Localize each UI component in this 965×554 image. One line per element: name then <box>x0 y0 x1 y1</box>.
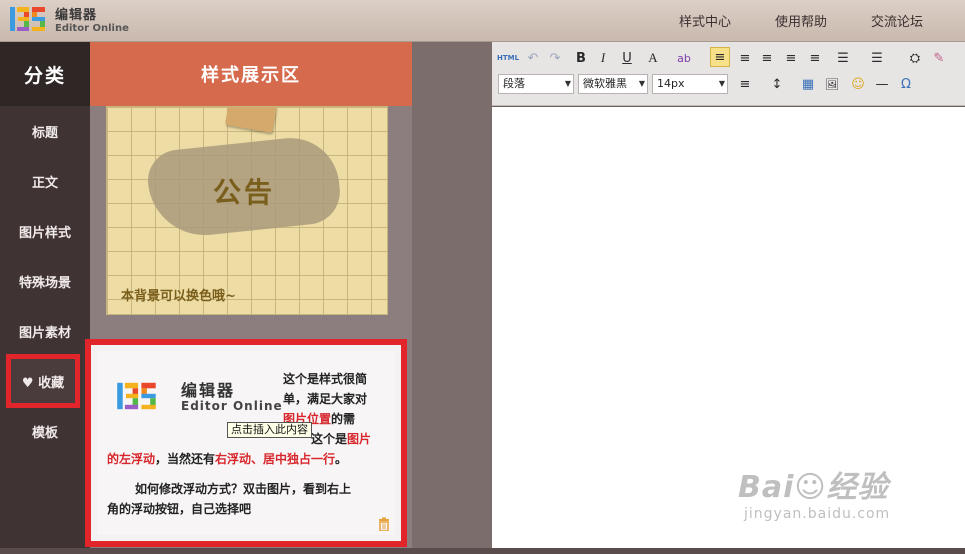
html-source-button[interactable]: HTML <box>497 48 519 68</box>
horizontal-rule-icon[interactable]: — <box>872 74 892 94</box>
nav-forum[interactable]: 交流论坛 <box>871 11 923 30</box>
text-line: 的左浮动，当然还有右浮动、居中独占一行。 <box>107 449 347 469</box>
notice-style-card[interactable]: 公告 本背景可以换色哦~ <box>106 106 388 315</box>
top-bar: 编辑器 Editor Online 样式中心 使用帮助 交流论坛 <box>0 0 965 42</box>
text-line: 单，满足大家对 <box>283 392 368 406</box>
italic-button[interactable]: I <box>594 48 612 68</box>
eraser-icon[interactable]: ✎ <box>930 48 948 68</box>
image-icon[interactable]: 🖼 <box>822 74 842 94</box>
sidebar-item-title[interactable]: 标题 <box>0 106 90 156</box>
notice-title: 公告 <box>213 176 276 209</box>
editor-content-area[interactable] <box>492 107 965 548</box>
highlight-color-button[interactable]: ab <box>672 48 696 68</box>
notice-caption: 本背景可以换色哦~ <box>121 289 236 304</box>
brand-cn: 编辑器 <box>55 8 98 23</box>
chevron-down-icon: ▼ <box>718 79 725 88</box>
text-line: 如何修改浮动方式？双击图片，看到右上 <box>135 482 352 496</box>
style-display-panel: 样式展示区 公告 本背景可以换色哦~ 编辑器 Editor Online 这个是… <box>85 42 412 554</box>
text-fragment: ，当然还有 <box>155 452 216 466</box>
sidebar-item-body[interactable]: 正文 <box>0 156 90 206</box>
sidebar-item-image-material[interactable]: 图片素材 <box>0 306 90 356</box>
align-justify-icon[interactable]: ≡ <box>782 48 800 68</box>
text-line: 这个是样式很简 <box>283 372 368 386</box>
panel-gutter <box>412 42 492 554</box>
align-right-icon[interactable]: ≡ <box>758 48 776 68</box>
watermark-logo: Bai☺经验 <box>738 470 889 505</box>
paragraph-format-select[interactable]: 段落 ▼ <box>498 74 574 94</box>
editor-toolbar: HTML ↶ ↷ B I U A ab ≡ ≡ ≡ ≡ ≡ ☰ ☰ ⛭ ✎ 段落… <box>492 42 965 106</box>
favorite-logo-cn: 编辑器 <box>181 381 236 400</box>
bottom-bar <box>0 548 965 554</box>
favorite-style-card[interactable]: 编辑器 Editor Online 这个是样式很简 单，满足大家对 图片位置的需… <box>85 339 407 547</box>
ordered-list-icon[interactable]: ☰ <box>866 48 888 68</box>
sidebar-title: 分类 <box>0 42 90 106</box>
135-logo-icon[interactable] <box>8 3 48 35</box>
find-replace-icon[interactable]: ⛭ <box>906 48 924 68</box>
underline-button[interactable]: U <box>618 48 636 68</box>
emoji-icon[interactable]: ☺ <box>848 74 868 94</box>
table-icon[interactable]: ▦ <box>798 74 818 94</box>
undo-icon[interactable]: ↶ <box>524 48 542 68</box>
special-char-icon[interactable]: Ω <box>896 74 916 94</box>
text-fragment: 。 <box>335 452 348 466</box>
line-spacing-icon[interactable]: ≡ <box>734 74 756 94</box>
highlight-text: 图片 <box>347 432 372 446</box>
sidebar-item-image-style[interactable]: 图片样式 <box>0 206 90 256</box>
chevron-down-icon: ▼ <box>564 79 571 88</box>
insert-tooltip: 点击插入此内容 <box>227 422 312 438</box>
font-color-button[interactable]: A <box>642 48 664 68</box>
highlight-text: 右浮动、居中独占一行 <box>215 452 336 466</box>
category-sidebar: 分类 标题 正文 图片样式 特殊场景 图片素材 ♥ 收藏 模板 <box>0 42 90 554</box>
sidebar-item-special-scene[interactable]: 特殊场景 <box>0 256 90 306</box>
text-line: 角的浮动按钮，自己选择吧 <box>107 502 252 516</box>
chevron-down-icon: ▼ <box>638 79 645 88</box>
unordered-list-icon[interactable]: ☰ <box>832 48 854 68</box>
indent-icon[interactable]: ≡ <box>806 48 824 68</box>
favorite-logo-en: Editor Online <box>181 399 283 413</box>
nav-style-center[interactable]: 样式中心 <box>679 11 731 30</box>
text-fragment: 的需 <box>331 412 356 426</box>
trash-icon[interactable] <box>377 517 391 531</box>
favorite-card-content: 编辑器 Editor Online 这个是样式很简 单，满足大家对 图片位置的需… <box>97 351 395 535</box>
font-family-select[interactable]: 微软雅黑 ▼ <box>578 74 648 94</box>
watermark-url: jingyan.baidu.com <box>744 506 891 522</box>
align-left-icon[interactable]: ≡ <box>710 47 730 67</box>
baidu-watermark: Bai☺经验 jingyan.baidu.com <box>738 462 890 522</box>
row-spacing-icon[interactable]: ↕ <box>766 74 788 94</box>
bold-button[interactable]: B <box>572 48 590 68</box>
text-fragment: 这个是 <box>311 432 348 446</box>
select-value: 14px <box>657 77 685 90</box>
select-value: 段落 <box>503 77 525 90</box>
redo-icon[interactable]: ↷ <box>546 48 564 68</box>
brand-en: Editor Online <box>55 23 129 34</box>
tape-decoration <box>224 107 278 133</box>
highlight-text: 的左浮动 <box>107 452 156 466</box>
sidebar-item-favorites[interactable]: ♥ 收藏 <box>6 354 80 408</box>
font-size-select[interactable]: 14px ▼ <box>652 74 728 94</box>
brand: 编辑器 Editor Online <box>55 4 129 34</box>
align-center-icon[interactable]: ≡ <box>736 48 754 68</box>
135-logo-icon <box>117 382 156 410</box>
panel-title: 样式展示区 <box>90 42 412 106</box>
select-value: 微软雅黑 <box>583 77 627 90</box>
sidebar-item-templates[interactable]: 模板 <box>0 406 90 456</box>
nav-help[interactable]: 使用帮助 <box>775 11 827 30</box>
